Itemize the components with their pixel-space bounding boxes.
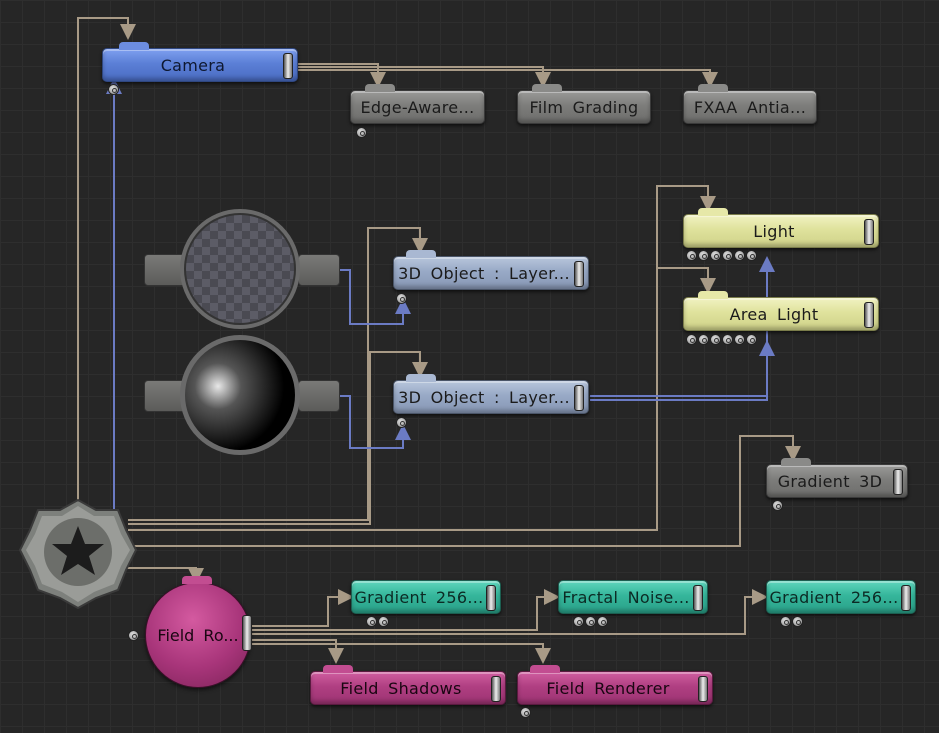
port-icon[interactable] [792,616,803,627]
field-renderer-label: Field Renderer [546,678,670,698]
film-grading-label: Film Grading [529,97,639,117]
gradient-3d-input-tab[interactable] [781,458,811,466]
port-icon[interactable] [686,334,697,345]
3d-object-layer-node-2[interactable]: 3D Object : Layer... [393,374,589,414]
port-icon[interactable] [746,334,757,345]
field-ro-node[interactable]: Field Ro... [145,576,252,688]
port-icon[interactable] [698,334,709,345]
port-icon[interactable] [698,250,709,261]
gradient-256-node-1[interactable]: Gradient 256... [351,580,501,614]
gradient-256-1-label: Gradient 256... [354,587,484,607]
port-icon[interactable] [573,616,584,627]
field-ro-output-grip[interactable] [242,615,252,651]
field-renderer-input-tab[interactable] [530,665,560,673]
camera-ports [108,84,119,95]
port-icon[interactable] [128,630,139,641]
fxaa-node[interactable]: FXAA Antia... [683,84,817,124]
gradient-256-1-ports [366,616,389,627]
black-sphere-right-handle[interactable] [298,380,340,412]
3d-object-2-input-tab[interactable] [406,374,436,382]
port-icon[interactable] [366,616,377,627]
port-icon[interactable] [356,127,367,138]
film-grading-input-tab[interactable] [532,84,562,92]
field-ro-label: Field Ro... [157,625,239,645]
fractal-noise-ports [573,616,608,627]
3d-object-1-label: 3D Object : Layer... [398,263,570,283]
light-input-tab[interactable] [698,208,728,216]
light-ports [686,250,757,261]
port-icon[interactable] [378,616,389,627]
camera-output-grip[interactable] [283,53,293,79]
port-icon[interactable] [780,616,791,627]
field-shadows-label: Field Shadows [340,678,462,698]
port-icon[interactable] [710,250,721,261]
edge-aware-label: Edge-Aware... [360,97,475,117]
fxaa-label: FXAA Antia... [693,97,807,117]
area-light-ports [686,334,757,345]
field-renderer-node[interactable]: Field Renderer [517,665,713,705]
3d-object-layer-node-1[interactable]: 3D Object : Layer... [393,250,589,290]
3d-object-2-label: 3D Object : Layer... [398,387,570,407]
port-icon[interactable] [396,417,407,428]
port-icon[interactable] [686,250,697,261]
edge-aware-ports [356,127,367,138]
3d-object-1-output-grip[interactable] [574,261,584,287]
area-light-node[interactable]: Area Light [683,291,879,331]
port-icon[interactable] [520,707,531,718]
field-shadows-node[interactable]: Field Shadows [310,665,506,705]
fractal-noise-output-grip[interactable] [693,585,703,611]
port-icon[interactable] [772,500,783,511]
gradient-256-2-ports [780,616,803,627]
gradient-3d-node[interactable]: Gradient 3D [766,458,908,498]
gradient-3d-ports [772,500,783,511]
port-icon[interactable] [746,250,757,261]
port-icon[interactable] [734,250,745,261]
black-sphere-preview[interactable] [178,333,302,457]
field-renderer-output-grip[interactable] [698,676,708,702]
3d-object-1-ports [396,293,407,304]
checker-sphere-preview[interactable] [178,207,302,331]
port-icon[interactable] [722,334,733,345]
camera-input-tab[interactable] [119,42,149,50]
field-ro-input-tab[interactable] [182,576,212,584]
3d-object-2-output-grip[interactable] [574,385,584,411]
camera-label: Camera [160,55,226,75]
field-ro-ports [128,630,139,641]
gradient-3d-output-grip[interactable] [893,469,903,495]
area-light-output-grip[interactable] [864,302,874,328]
field-renderer-ports [520,707,531,718]
light-output-grip[interactable] [864,219,874,245]
3d-object-1-input-tab[interactable] [406,250,436,258]
port-icon[interactable] [734,334,745,345]
gradient-256-2-output-grip[interactable] [901,585,911,611]
camera-node[interactable]: Camera [102,42,298,82]
port-icon[interactable] [722,250,733,261]
edge-aware-node[interactable]: Edge-Aware... [350,84,485,124]
port-icon[interactable] [396,293,407,304]
gradient-3d-label: Gradient 3D [777,471,883,491]
port-icon[interactable] [108,84,119,95]
area-light-label: Area Light [729,304,819,324]
port-icon[interactable] [597,616,608,627]
port-icon[interactable] [585,616,596,627]
gradient-256-node-2[interactable]: Gradient 256... [766,580,916,614]
root-gear-icon[interactable] [18,496,138,612]
area-light-input-tab[interactable] [698,291,728,299]
film-grading-node[interactable]: Film Grading [517,84,651,124]
field-shadows-input-tab[interactable] [323,665,353,673]
fractal-noise-label: Fractal Noise... [562,587,690,607]
fractal-noise-node[interactable]: Fractal Noise... [558,580,708,614]
light-label: Light [753,221,795,241]
edge-aware-input-tab[interactable] [365,84,395,92]
gradient-256-1-output-grip[interactable] [486,585,496,611]
fxaa-input-tab[interactable] [698,84,728,92]
gradient-256-2-label: Gradient 256... [769,587,899,607]
light-node[interactable]: Light [683,208,879,248]
3d-object-2-ports [396,417,407,428]
checker-sphere-right-handle[interactable] [298,254,340,286]
field-shadows-output-grip[interactable] [491,676,501,702]
port-icon[interactable] [710,334,721,345]
